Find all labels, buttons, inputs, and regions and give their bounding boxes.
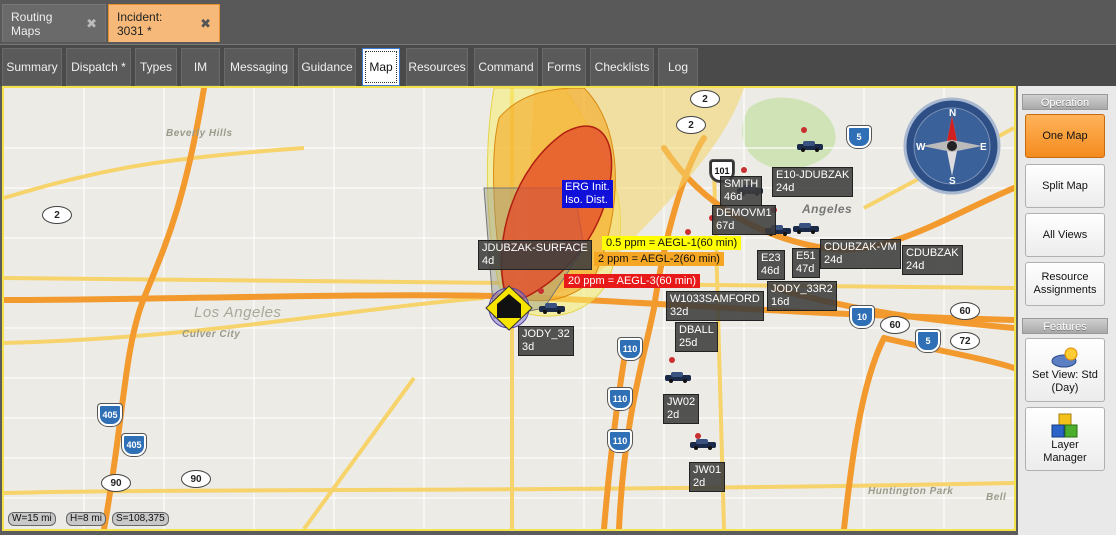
button-label: Layer Manager [1043, 439, 1087, 464]
set-view-button[interactable]: Set View: Std (Day) [1025, 338, 1105, 402]
doc-tab-label: Incident: 3031 * [117, 9, 163, 38]
doc-tab-incident[interactable]: Incident: 3031 * ✖ [108, 4, 220, 42]
unit-label-dball[interactable]: DBALL 25d [675, 322, 718, 352]
unit-label-cdubzak[interactable]: CDUBZAK 24d [902, 245, 963, 275]
resource-assignments-button[interactable]: Resource Assignments [1025, 262, 1105, 306]
place-bell: Bell [986, 492, 1007, 503]
unit-label-jody-32[interactable]: JODY_32 3d [518, 326, 574, 356]
aegl3-label: 20 ppm = AEGL-3(60 min) [564, 274, 701, 288]
layers-icon [1051, 413, 1078, 438]
unit-label-e51[interactable]: E51 47d [792, 248, 820, 278]
unit-label-e10-jdubzak[interactable]: E10-JDUBZAK 24d [772, 167, 854, 197]
vehicle-icon[interactable] [796, 140, 824, 152]
one-map-button[interactable]: One Map [1025, 114, 1105, 158]
document-tab-bar: Routing Maps ✖ Incident: 3031 * ✖ [0, 0, 1116, 44]
tab-resources[interactable]: Resources [406, 48, 468, 86]
tab-forms[interactable]: Forms [542, 48, 586, 86]
svg-text:N: N [949, 108, 956, 119]
place-beverly-hills: Beverly Hills [166, 128, 233, 139]
route-shield: 2 [42, 206, 72, 224]
features-header: Features [1022, 318, 1108, 334]
unit-label-demovm1[interactable]: DEMOVM1 67d [712, 205, 776, 235]
operation-header: Operation [1022, 94, 1108, 110]
tab-log[interactable]: Log [658, 48, 698, 86]
place-los-angeles: Los Angeles [194, 304, 282, 321]
button-label: Resource Assignments [1033, 271, 1097, 296]
erg-isolation-label: ERG Init. Iso. Dist. [562, 180, 613, 208]
tab-types[interactable]: Types [135, 48, 177, 86]
route-shield: 60 [880, 316, 910, 334]
button-label: One Map [1042, 129, 1088, 142]
tab-command[interactable]: Command [474, 48, 538, 86]
unit-label-jody-33r2[interactable]: JODY_33R2 16d [767, 281, 837, 311]
unit-label-smith[interactable]: SMITH 46d [720, 176, 763, 206]
place-huntington-park: Huntington Park [868, 486, 954, 497]
map-side-panel: Operation One Map Split Map All Views Re… [1018, 86, 1116, 535]
unit-label-cdubzak-vm[interactable]: CDUBZAK-VM 24d [820, 239, 901, 269]
unit-label-jdubzak-surface[interactable]: JDUBZAK-SURFACE 4d [478, 240, 592, 270]
button-label: All Views [1042, 228, 1088, 241]
unit-label-e23[interactable]: E23 46d [757, 250, 785, 280]
interstate-shield: 405 [98, 404, 122, 426]
svg-text:E: E [980, 142, 987, 153]
tab-map[interactable]: Map [362, 48, 400, 86]
tab-im[interactable]: IM [181, 48, 220, 86]
route-shield: 90 [181, 470, 211, 488]
close-icon[interactable]: ✖ [86, 16, 97, 32]
place-angeles: Angeles [802, 202, 853, 216]
interstate-shield: 5 [847, 126, 871, 148]
interstate-shield: 10 [850, 306, 874, 328]
interstate-shield: 5 [916, 330, 940, 352]
svg-text:S: S [949, 176, 956, 187]
unit-label-w1033samford[interactable]: W1033SAMFORD 32d [666, 291, 764, 321]
route-shield: 90 [101, 474, 131, 492]
svg-text:W: W [916, 142, 926, 153]
aegl2-label: 2 ppm = AEGL-2(60 min) [594, 252, 724, 266]
route-shield: 60 [950, 302, 980, 320]
interstate-shield: 405 [122, 434, 146, 456]
tab-guidance[interactable]: Guidance [298, 48, 356, 86]
vehicle-icon[interactable] [792, 222, 820, 234]
route-shield: 2 [676, 116, 706, 134]
vehicle-icon[interactable] [689, 438, 717, 450]
doc-tab-label: Routing Maps [11, 9, 53, 38]
aegl1-label: 0.5 ppm = AEGL-1(60 min) [602, 236, 742, 250]
tab-checklists[interactable]: Checklists [590, 48, 654, 86]
map-bottom-border [0, 531, 1018, 535]
vehicle-icon[interactable] [538, 302, 566, 314]
incident-app-window: Routing Maps ✖ Incident: 3031 * ✖ Summar… [0, 0, 1116, 535]
incident-tab-bar: Summary Dispatch * Types IM Messaging Gu… [0, 44, 1116, 86]
route-shield: 2 [690, 90, 720, 108]
compass-icon[interactable]: N E S W [903, 97, 1001, 195]
interstate-shield: 110 [618, 338, 642, 360]
layer-manager-button[interactable]: Layer Manager [1025, 407, 1105, 471]
split-map-button[interactable]: Split Map [1025, 164, 1105, 208]
all-views-button[interactable]: All Views [1025, 213, 1105, 257]
interstate-shield: 110 [608, 388, 632, 410]
interstate-shield: 110 [608, 430, 632, 452]
button-label: Set View: Std (Day) [1032, 369, 1098, 394]
place-culver-city: Culver City [182, 329, 241, 340]
doc-tab-routing-maps[interactable]: Routing Maps ✖ [2, 4, 106, 42]
close-icon[interactable]: ✖ [200, 16, 211, 32]
tab-summary[interactable]: Summary [2, 48, 62, 86]
tab-dispatch[interactable]: Dispatch * [66, 48, 131, 86]
scale-ratio: S=108,375 [112, 512, 169, 526]
vehicle-icon[interactable] [664, 371, 692, 383]
unit-label-jw01[interactable]: JW01 2d [689, 462, 726, 492]
scale-width: W=15 mi [8, 512, 56, 526]
map-view[interactable]: N E S W Beverly Hills Los Angeles Culver… [2, 86, 1016, 531]
route-shield: 72 [950, 332, 980, 350]
sun-view-icon [1051, 347, 1078, 368]
tab-messaging[interactable]: Messaging [224, 48, 294, 86]
park-area [742, 97, 836, 169]
scale-height: H=8 mi [66, 512, 106, 526]
unit-label-jw02[interactable]: JW02 2d [663, 394, 700, 424]
button-label: Split Map [1042, 179, 1088, 192]
